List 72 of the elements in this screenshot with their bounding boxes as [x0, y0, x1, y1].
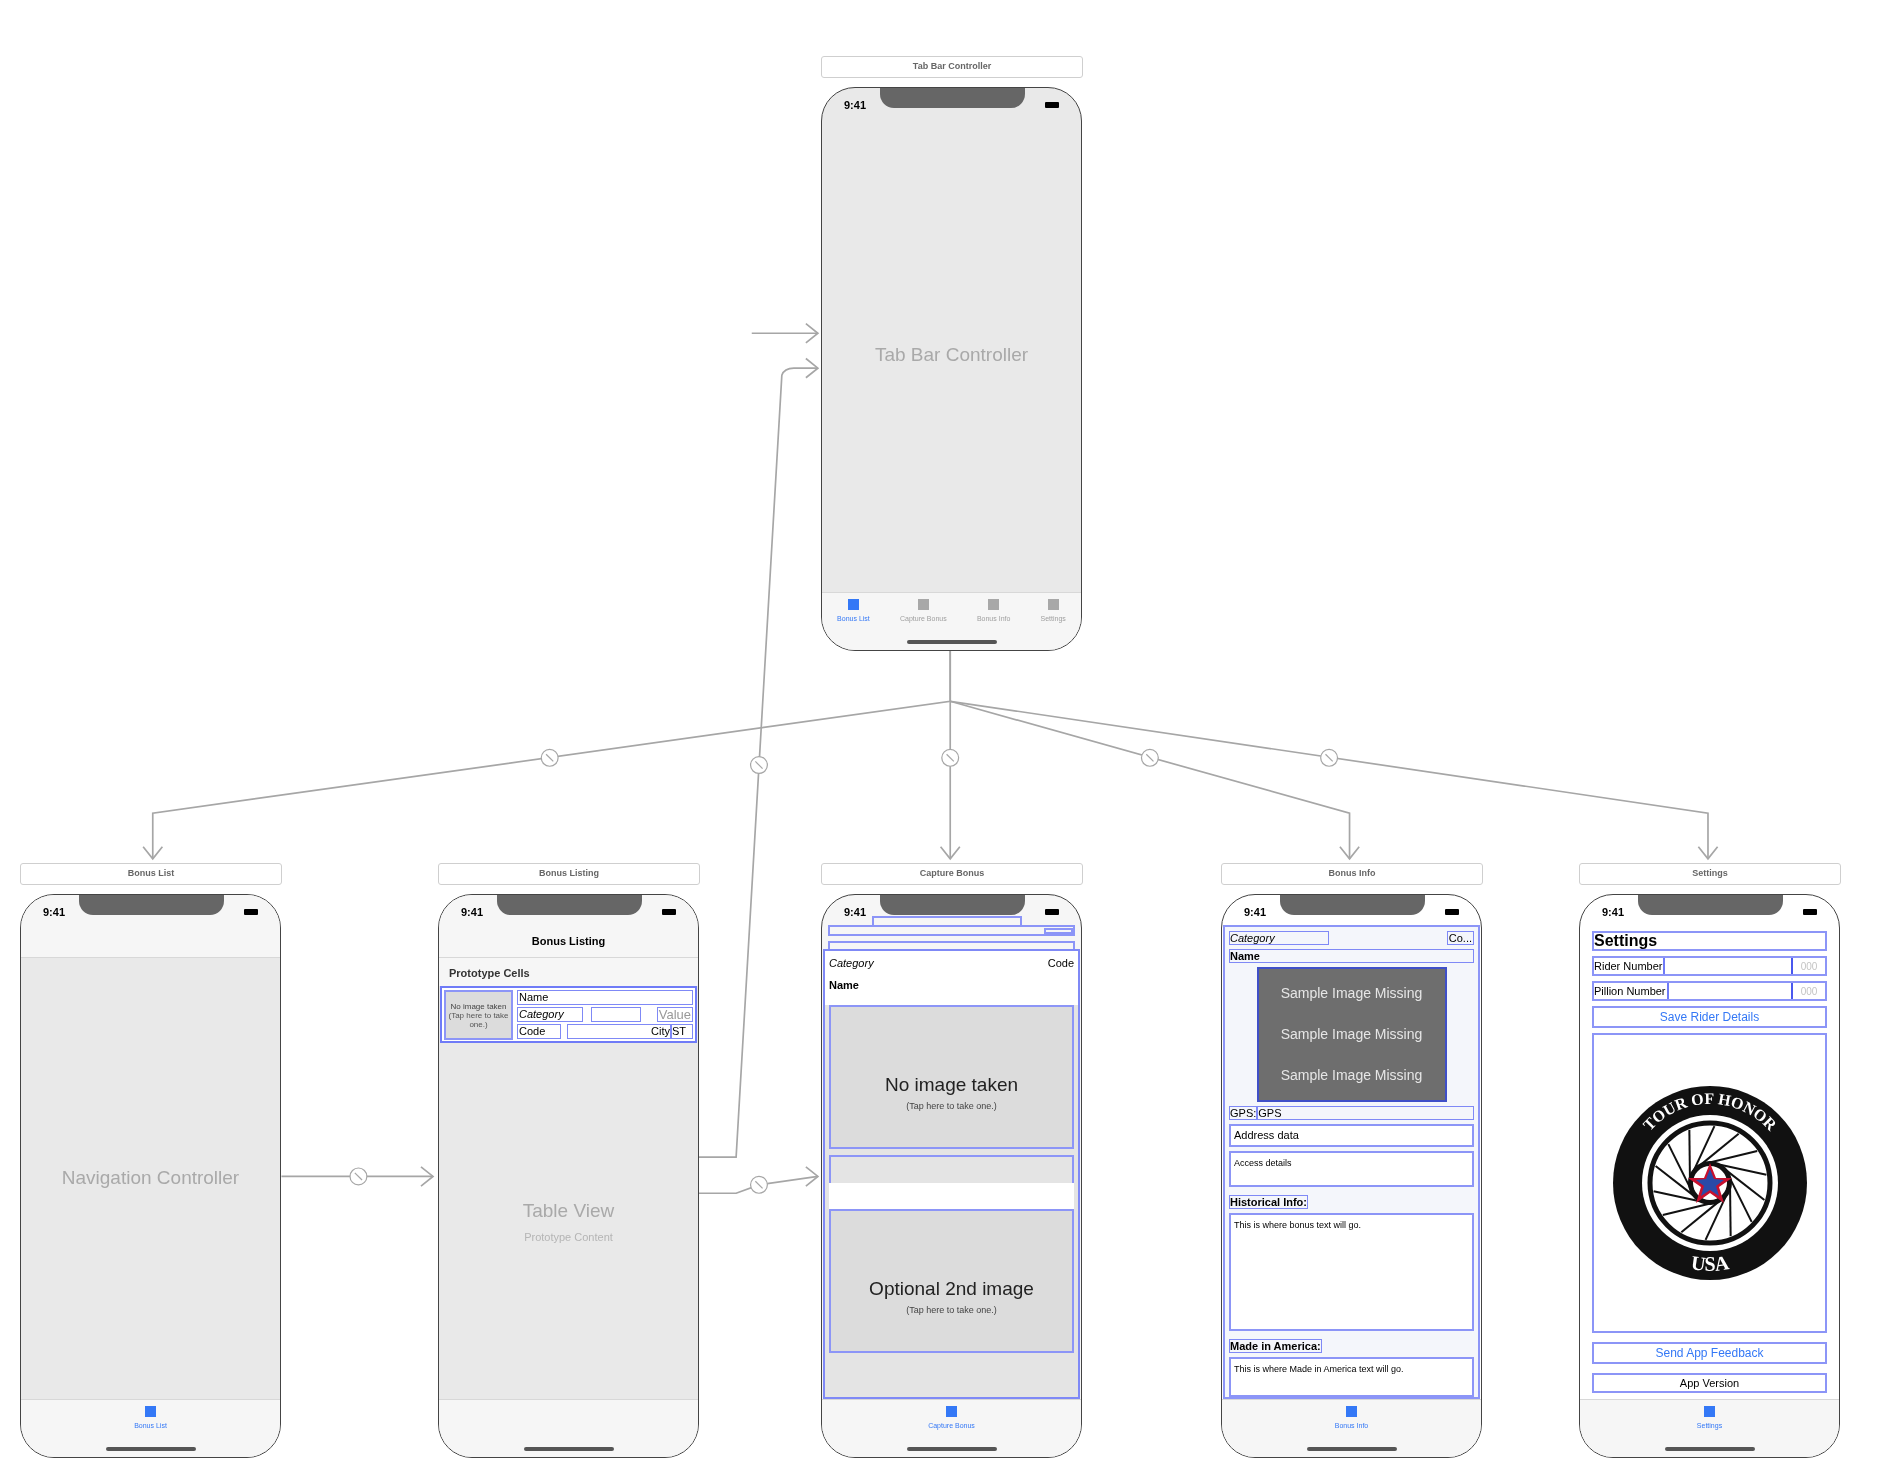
text-area: This is where bonus text will go. — [1229, 1213, 1474, 1331]
tab-icon — [988, 599, 1000, 610]
section-label: Historical Info: — [1229, 1195, 1308, 1210]
name-label: Name — [1229, 949, 1474, 963]
battery-icon — [662, 909, 676, 915]
nav-title: Bonus Listing — [531, 933, 606, 949]
placeholder-label: Navigation Controller — [61, 1166, 240, 1191]
section-header: Prototype Cells — [449, 967, 530, 979]
scene-title: Bonus Info — [1221, 863, 1483, 885]
image-title: Optional 2nd image — [869, 1277, 1034, 1301]
image-caption: Sample Image Missing — [1280, 987, 1423, 1000]
image-hint: (Tap here to take one.) — [906, 1303, 997, 1317]
field-label: Rider Number — [1594, 958, 1666, 974]
state-label: ST — [671, 1024, 693, 1039]
table-cell[interactable]: No image taken (Tap here to take one.) Name Category Value Code City ST — [440, 986, 697, 1043]
code-label: Co... — [1446, 931, 1474, 945]
tab-icon — [946, 1406, 957, 1417]
image-title: No image taken — [884, 1073, 1019, 1097]
empty-label — [591, 1007, 641, 1022]
tab-icon — [145, 1406, 156, 1417]
category-label: Category — [517, 1007, 583, 1022]
code-label: Code — [517, 1024, 561, 1039]
battery-icon — [1803, 909, 1817, 915]
scene-title: Bonus Listing — [438, 863, 700, 885]
tab-icon — [917, 599, 929, 610]
image-caption: Sample Image Missing — [1280, 1069, 1423, 1082]
battery-icon — [1045, 102, 1059, 108]
battery-icon — [1045, 909, 1059, 915]
image-hint: (Tap here to take one.) — [906, 1099, 997, 1113]
version-label: App Version — [1592, 1373, 1827, 1393]
save-button[interactable]: Save Rider Details — [1592, 1006, 1827, 1028]
name-label: Name — [829, 977, 860, 993]
placeholder-label: Table View — [522, 1198, 615, 1223]
thumbnail-hint: (Tap here to take one.) — [447, 1010, 510, 1029]
logo-text: USA — [1689, 1251, 1730, 1276]
scene-title: Capture Bonus — [821, 863, 1083, 885]
scene-title: Settings — [1579, 863, 1841, 885]
gps-value: GPS — [1257, 1105, 1474, 1120]
scene-title: Tab Bar Controller — [821, 56, 1083, 78]
feedback-button[interactable]: Send App Feedback — [1592, 1342, 1827, 1364]
code-label: Code — [1047, 956, 1074, 971]
field-label: Pillion Number — [1594, 983, 1669, 999]
category-label: Category — [829, 956, 874, 971]
access-field: Access details — [1229, 1150, 1474, 1188]
name-label: Name — [517, 990, 693, 1005]
image-placeholder[interactable]: Optional 2nd image (Tap here to take one.) — [829, 1209, 1074, 1353]
image-placeholder[interactable]: No image taken (Tap here to take one.) — [829, 1005, 1074, 1149]
tab-icon — [1047, 599, 1059, 610]
tab-icon — [1704, 1406, 1715, 1417]
battery-icon — [1445, 909, 1459, 915]
settings-title: Settings — [1592, 931, 1827, 951]
address-field: Address data — [1229, 1123, 1474, 1147]
section-label: Made in America: — [1229, 1339, 1322, 1353]
segue-arrow — [750, 322, 820, 344]
status-time: 9:41 — [1602, 904, 1625, 920]
category-label: Category — [1229, 931, 1329, 945]
placeholder-label: Tab Bar Controller — [874, 342, 1029, 367]
image-caption: Sample Image Missing — [1280, 1028, 1423, 1041]
tab-icon — [847, 599, 859, 610]
gps-label: GPS: — [1229, 1105, 1258, 1120]
city-label: City — [567, 1024, 671, 1039]
tab-icon — [1346, 1406, 1357, 1417]
status-time: 9:41 — [43, 904, 66, 920]
status-time: 9:41 — [844, 904, 867, 920]
text-area: This is where Made in America text will go. — [1229, 1357, 1474, 1397]
thumbnail-text: No image taken — [450, 1001, 507, 1011]
status-time: 9:41 — [1244, 904, 1267, 920]
value-label: Value — [656, 1007, 693, 1022]
status-time: 9:41 — [461, 904, 484, 920]
battery-icon — [244, 909, 258, 915]
status-time: 9:41 — [844, 97, 867, 113]
scene-title: Bonus List — [20, 863, 282, 885]
